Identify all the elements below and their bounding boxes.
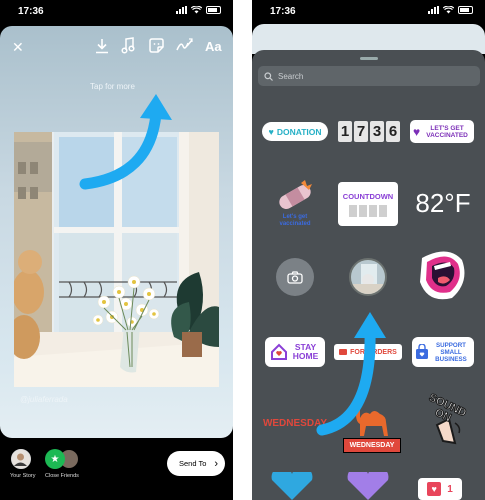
photo-sticker[interactable] (349, 258, 387, 296)
wednesday-text-sticker[interactable]: WEDNESDAY (260, 410, 330, 436)
home-heart-icon (270, 343, 287, 360)
wednesday-badge-label: WEDNESDAY (342, 437, 402, 453)
status-bar: 17:36 (252, 0, 485, 22)
wifi-icon (443, 6, 454, 14)
cellular-signal-icon (428, 6, 439, 14)
temperature-sticker[interactable]: 82°F (412, 188, 474, 218)
heart-icon: ♥ (427, 482, 442, 496)
stay-home-sticker[interactable]: STAY HOME (265, 337, 325, 367)
donation-sticker[interactable]: ♥ DONATION (262, 122, 328, 141)
your-story-label: Your Story (10, 473, 36, 479)
purple-heart-sticker[interactable] (344, 472, 392, 500)
draw-squiggle-icon[interactable] (176, 37, 193, 54)
donation-label: DONATION (276, 126, 322, 137)
music-icon[interactable] (121, 37, 135, 54)
download-icon[interactable] (95, 38, 109, 54)
for-orders-sticker[interactable]: FOR ORDERS (334, 344, 402, 360)
cellular-signal-icon (176, 6, 187, 14)
countdown-sticker[interactable]: COUNTDOWN (338, 182, 398, 226)
sticker-search-input[interactable]: Search (258, 66, 480, 86)
countdown-label: COUNTDOWN (342, 191, 394, 201)
text-tool-button[interactable]: Aa (205, 39, 222, 54)
blue-heart-sticker[interactable] (268, 472, 316, 500)
lets-get-vaccinated-label: LET'S GET VACCINATED (426, 124, 468, 139)
camera-sticker[interactable] (276, 258, 314, 296)
heart-icon: ♥ (268, 126, 274, 137)
clock-digit: 6 (386, 121, 400, 142)
sheet-grab-handle[interactable] (360, 57, 378, 60)
battery-icon (206, 6, 221, 14)
bandage-icon (279, 180, 312, 209)
close-friends-label: Close Friends (45, 473, 79, 479)
status-icons (176, 6, 221, 14)
your-story-avatar[interactable] (11, 449, 31, 469)
camera-icon (287, 270, 303, 284)
heart-check-icon: ♥ (413, 124, 421, 139)
photo-thumbnail-icon (351, 260, 385, 294)
story-photo (14, 132, 219, 387)
clock-digit: 1 (338, 121, 352, 142)
sound-on-sticker[interactable]: SOUND ON (418, 391, 474, 454)
sticker-tray-sheet: Search ♥ DONATION 1 7 3 6 ♥ LET'S GET VACC… (252, 50, 485, 500)
stay-home-label: STAY HOME (292, 342, 319, 361)
vaccine-bandage-sticker[interactable]: Let's get vaccinated (266, 174, 324, 234)
megaphone-mouth-icon (420, 251, 465, 300)
time-sticker[interactable]: 1 7 3 6 (336, 120, 402, 143)
shouting-mouth-sticker[interactable] (412, 246, 470, 306)
countdown-placeholder-bars (349, 204, 387, 217)
delivery-truck-icon (339, 349, 348, 355)
status-time: 17:36 (270, 6, 296, 17)
profile-photo-icon (14, 453, 27, 466)
wednesday-camel-sticker[interactable]: WEDNESDAY (342, 398, 402, 458)
close-friends-star-icon[interactable]: ★ (45, 449, 65, 469)
wifi-icon (191, 6, 202, 14)
like-count-label: 1 (447, 483, 453, 495)
story-canvas: ✕ Aa Tap for more @juliaferrada (0, 26, 233, 438)
clock-digit: 3 (370, 121, 384, 142)
shopping-bag-icon (416, 344, 428, 359)
photo-credit-caption: @juliaferrada (20, 395, 68, 404)
battery-icon (458, 6, 473, 14)
search-placeholder: Search (278, 71, 304, 81)
close-icon[interactable]: ✕ (12, 40, 24, 55)
status-time: 17:36 (18, 6, 44, 17)
status-icons (428, 6, 473, 14)
story-editor-screen: 17:36 ✕ Aa Tap for more @juliaferrada Yo… (0, 0, 233, 500)
support-small-business-sticker[interactable]: SUPPORT SMALL BUSINESS (412, 337, 474, 367)
sticker-tray-screen: 17:36 Search ♥ DONATION 1 7 3 6 ♥ LET'S GE… (252, 0, 485, 500)
tap-for-more-hint: Tap for more (90, 82, 135, 91)
clock-digit: 7 (354, 121, 368, 142)
for-orders-label: FOR ORDERS (350, 348, 397, 356)
send-to-label: Send To (179, 459, 207, 468)
lets-get-vaccinated-small-label: Let's get vaccinated (279, 214, 311, 227)
search-icon (264, 71, 273, 81)
support-small-business-label: SUPPORT SMALL BUSINESS (435, 341, 467, 363)
sticker-icon[interactable] (148, 37, 165, 54)
send-to-button[interactable]: Send To › (167, 451, 225, 476)
window-flowers-photo (14, 132, 219, 387)
like-count-sticker[interactable]: ♥ 1 (418, 478, 462, 500)
lets-get-vaccinated-sticker[interactable]: ♥ LET'S GET VACCINATED (410, 120, 474, 143)
chevron-right-icon: › (214, 457, 219, 470)
status-bar: 17:36 (0, 0, 233, 22)
camel-icon (352, 407, 388, 436)
